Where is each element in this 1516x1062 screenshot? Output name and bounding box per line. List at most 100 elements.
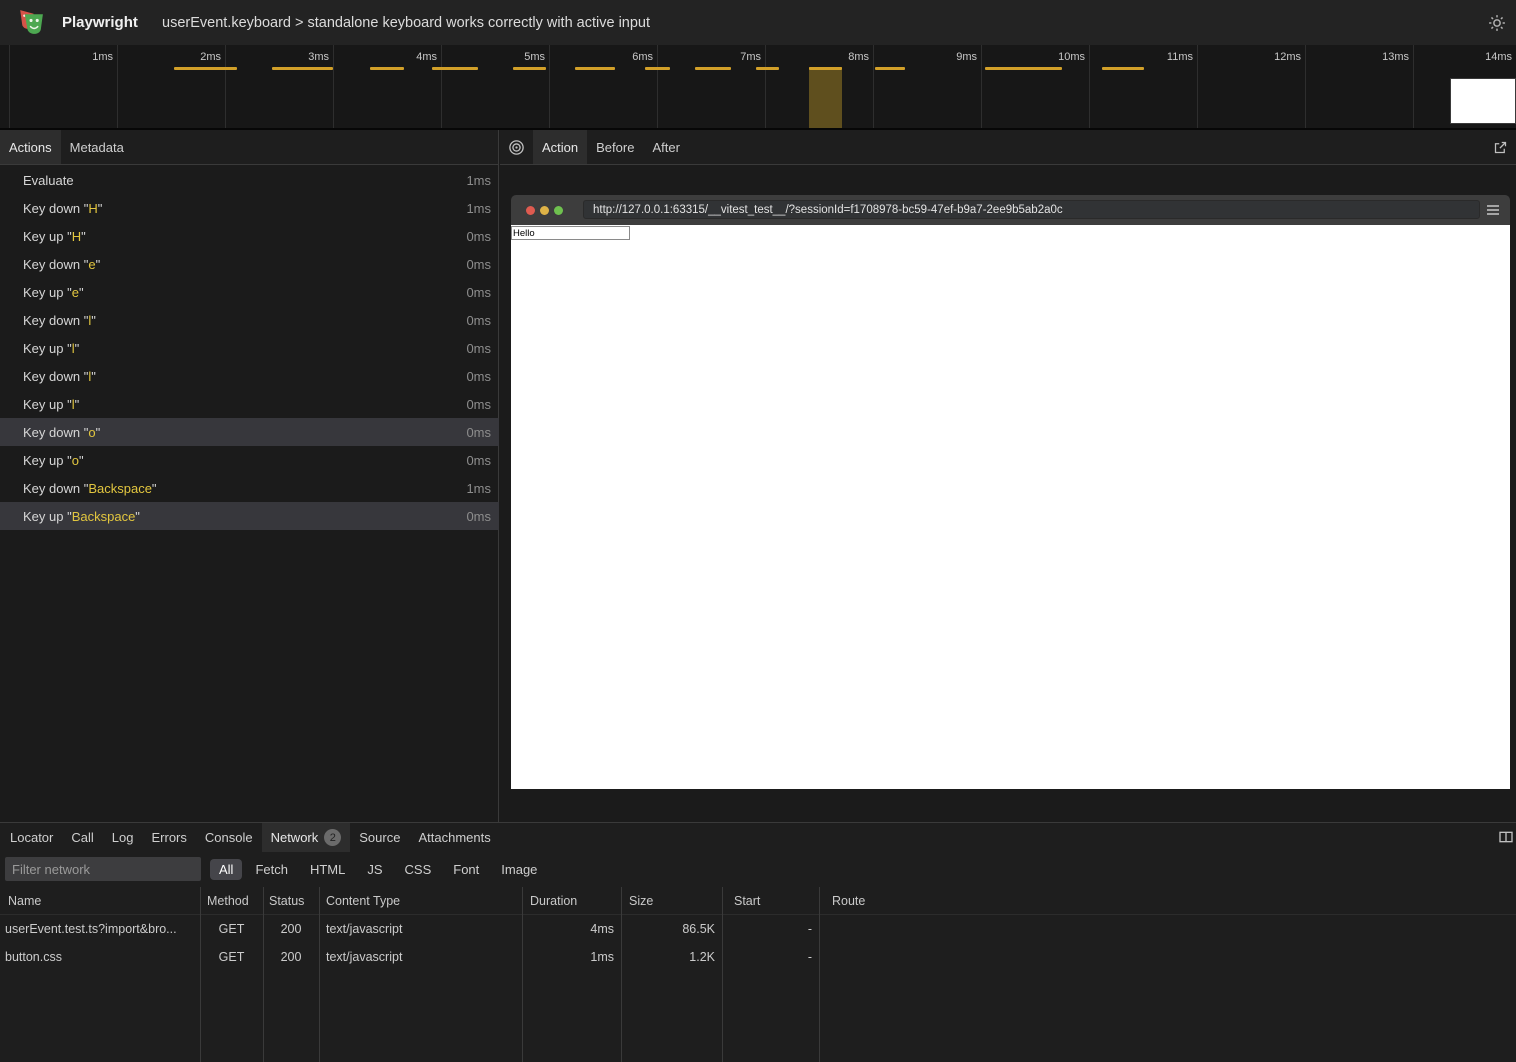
filter-pill-image[interactable]: Image (492, 859, 546, 880)
timeline-selection-range (809, 67, 842, 128)
network-request-row[interactable]: button.cssGET200text/javascript1ms1.2K- (0, 943, 1516, 971)
action-list: Evaluate1msKey down "H"1msKey up "H"0msK… (0, 166, 499, 822)
action-duration: 0ms (466, 257, 491, 272)
browser-window: http://127.0.0.1:63315/__vitest_test__/?… (511, 195, 1510, 789)
page-text-input[interactable] (511, 226, 630, 240)
timeline-gridline (441, 45, 442, 128)
network-cell: - (722, 950, 819, 964)
network-cell: text/javascript (319, 950, 522, 964)
tab-call[interactable]: Call (62, 823, 102, 852)
tab-action[interactable]: Action (533, 130, 587, 164)
pick-locator-target-icon[interactable] (500, 130, 533, 164)
timeline-action-dash (174, 67, 237, 70)
network-cell: 1.2K (621, 950, 722, 964)
timeline-action-dash (1102, 67, 1144, 70)
top-bar: Playwright userEvent.keyboard > standalo… (0, 0, 1516, 45)
filter-pill-css[interactable]: CSS (396, 859, 441, 880)
column-header: Route (819, 894, 1516, 908)
timeline-gridline (9, 45, 10, 128)
action-row[interactable]: Evaluate1ms (0, 166, 499, 194)
filter-pill-fetch[interactable]: Fetch (246, 859, 297, 880)
settings-gear-icon[interactable] (1488, 14, 1506, 32)
action-title: Key up "o" (23, 453, 84, 468)
action-title: Key down "Backspace" (23, 481, 157, 496)
network-filter-input[interactable] (5, 857, 201, 881)
action-row[interactable]: Key up "H"0ms (0, 222, 499, 250)
action-row[interactable]: Key down "H"1ms (0, 194, 499, 222)
tab-count-badge: 2 (324, 829, 341, 846)
action-row[interactable]: Key down "l"0ms (0, 306, 499, 334)
tab-metadata[interactable]: Metadata (61, 130, 133, 164)
action-key: l (88, 313, 91, 328)
network-request-row[interactable]: userEvent.test.ts?import&bro...GET200tex… (0, 915, 1516, 943)
action-duration: 0ms (466, 285, 491, 300)
filter-pill-js[interactable]: JS (358, 859, 391, 880)
action-row[interactable]: Key down "e"0ms (0, 250, 499, 278)
bottom-panel: LocatorCallLogErrorsConsoleNetwork2Sourc… (0, 822, 1516, 1062)
tab-network[interactable]: Network2 (262, 823, 351, 852)
action-row[interactable]: Key up "Backspace"0ms (0, 502, 499, 530)
network-cell: button.css (0, 950, 200, 964)
timeline[interactable]: 1ms2ms3ms4ms5ms6ms7ms8ms9ms10ms11ms12ms1… (0, 45, 1516, 130)
action-row[interactable]: Key down "Backspace"1ms (0, 474, 499, 502)
timeline-gridline (765, 45, 766, 128)
tab-attachments[interactable]: Attachments (409, 823, 499, 852)
open-external-icon[interactable] (1485, 130, 1516, 164)
filter-pill-font[interactable]: Font (444, 859, 488, 880)
tab-after[interactable]: After (643, 130, 688, 164)
timeline-action-dash (272, 67, 333, 70)
split-view-icon[interactable] (1498, 829, 1514, 845)
action-row[interactable]: Key down "o"0ms (0, 418, 499, 446)
action-key: o (88, 425, 95, 440)
network-cell: 200 (263, 922, 319, 936)
filter-pill-html[interactable]: HTML (301, 859, 354, 880)
page-url: http://127.0.0.1:63315/__vitest_test__/?… (593, 204, 1063, 216)
app-name: Playwright (62, 0, 138, 45)
action-duration: 0ms (466, 313, 491, 328)
column-separator (319, 887, 320, 1062)
action-row[interactable]: Key up "e"0ms (0, 278, 499, 306)
action-duration: 0ms (466, 229, 491, 244)
tab-label: Attachments (418, 830, 490, 845)
timeline-tick-label: 9ms (923, 51, 977, 63)
actions-tab-bar: ActionsMetadata (0, 130, 498, 165)
timeline-gridline (1197, 45, 1198, 128)
main-area: ActionsMetadata Evaluate1msKey down "H"1… (0, 130, 1516, 822)
tab-actions[interactable]: Actions (0, 130, 61, 164)
tab-source[interactable]: Source (350, 823, 409, 852)
playwright-logo-icon (13, 6, 47, 39)
action-row[interactable]: Key up "o"0ms (0, 446, 499, 474)
action-row[interactable]: Key up "l"0ms (0, 390, 499, 418)
tab-console[interactable]: Console (196, 823, 262, 852)
timeline-tick-label: 5ms (491, 51, 545, 63)
column-header: Duration (522, 894, 621, 908)
column-separator (722, 887, 723, 1062)
trace-title: userEvent.keyboard > standalone keyboard… (162, 0, 650, 45)
timeline-tick-label: 14ms (1458, 51, 1512, 63)
action-title: Evaluate (23, 173, 74, 188)
action-title: Key down "H" (23, 201, 102, 216)
tab-errors[interactable]: Errors (142, 823, 195, 852)
column-separator (263, 887, 264, 1062)
action-row[interactable]: Key down "l"0ms (0, 362, 499, 390)
tab-label: Before (596, 140, 634, 155)
filter-pill-all[interactable]: All (210, 859, 242, 880)
column-header: Method (200, 894, 263, 908)
timeline-tick-label: 10ms (1031, 51, 1085, 63)
timeline-gridline (549, 45, 550, 128)
network-toolbar: AllFetchHTMLJSCSSFontImage (0, 852, 1516, 886)
timeline-gridline (1305, 45, 1306, 128)
timeline-action-dash (695, 67, 731, 70)
tab-log[interactable]: Log (103, 823, 143, 852)
action-row[interactable]: Key up "l"0ms (0, 334, 499, 362)
snapshot-page (511, 225, 1510, 789)
timeline-tick-label: 4ms (383, 51, 437, 63)
network-cell: 200 (263, 950, 319, 964)
actions-panel: ActionsMetadata Evaluate1msKey down "H"1… (0, 130, 499, 822)
browser-menu-icon (1485, 202, 1501, 218)
action-key: l (88, 369, 91, 384)
tab-before[interactable]: Before (587, 130, 643, 164)
timeline-film-frame (1450, 78, 1516, 124)
tab-locator[interactable]: Locator (1, 823, 62, 852)
timeline-tick-label: 1ms (59, 51, 113, 63)
